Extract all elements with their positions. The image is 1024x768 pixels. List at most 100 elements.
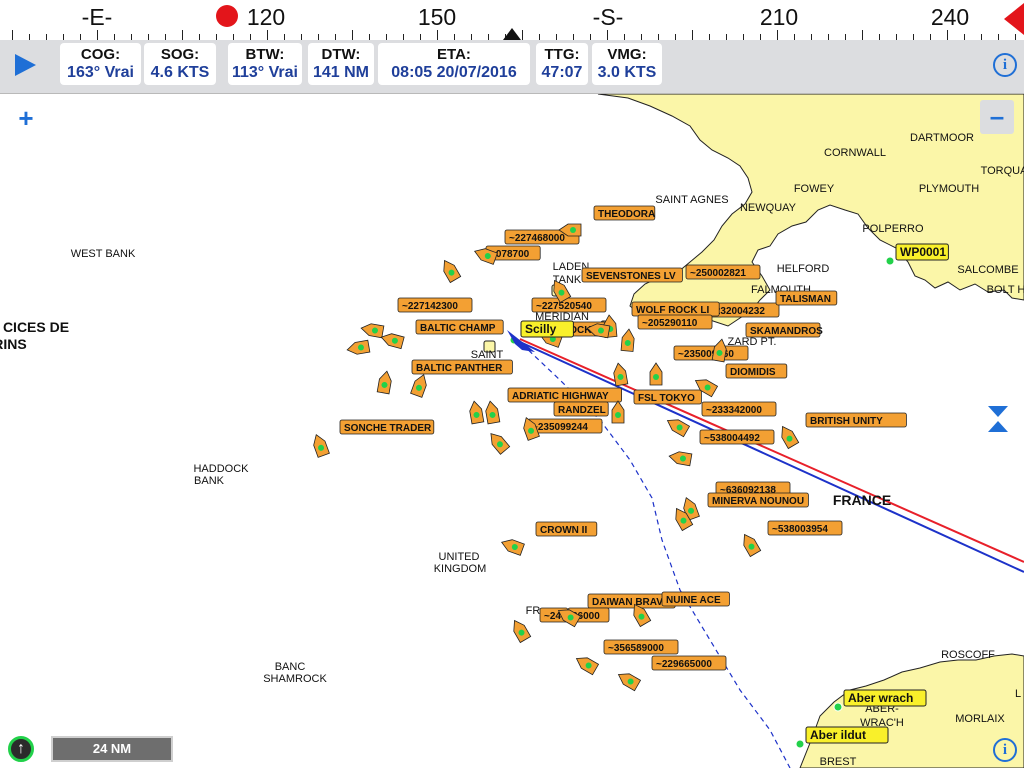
instrument-cog[interactable]: COG: 163° Vrai [60, 43, 141, 85]
ais-vessel-label[interactable]: BALTIC PANTHER [411, 359, 513, 375]
svg-text:RANDZEL: RANDZEL [558, 405, 606, 416]
vessel-icon[interactable] [484, 400, 501, 425]
info-icon[interactable]: i [993, 53, 1017, 77]
vessel-icon[interactable] [777, 423, 800, 450]
place-name: KINGDOM [434, 563, 487, 575]
place-name: L [1015, 688, 1021, 700]
vessel-icon[interactable] [410, 373, 430, 398]
ais-vessel-label[interactable]: SONCHE TRADER [339, 419, 435, 435]
ais-vessel-label[interactable]: BRITISH UNITY [805, 412, 907, 428]
vessel-icon[interactable] [649, 362, 663, 386]
svg-text:WP0001: WP0001 [900, 245, 946, 259]
instrument-value: 163° Vrai [67, 64, 134, 81]
land-brittany [799, 653, 1024, 768]
vessel-icon[interactable] [346, 339, 371, 356]
vessel-icon[interactable] [612, 362, 629, 387]
vessel-icon[interactable] [739, 531, 762, 558]
ais-vessel-label[interactable]: ~235099244 [527, 418, 603, 434]
vessel-icon[interactable] [311, 433, 330, 458]
instrument-vmg[interactable]: VMG: 3.0 KTS [592, 43, 662, 85]
vessel-icon[interactable] [376, 370, 393, 395]
ais-vessel-label[interactable]: ~233342000 [701, 401, 777, 417]
instrument-ttg[interactable]: TTG: 47:07 [536, 43, 588, 85]
svg-text:CROWN II: CROWN II [540, 525, 587, 536]
vessel-icon[interactable] [615, 669, 642, 692]
instrument-value: 47:07 [541, 64, 583, 81]
instrument-dtw[interactable]: DTW: 141 NM [308, 43, 374, 85]
ais-vessel-label[interactable]: ~205290110 [637, 314, 713, 330]
instrument-label: VMG: [607, 46, 647, 63]
zoom-out-button[interactable]: – [980, 100, 1014, 134]
ais-vessel-label[interactable]: ~227142300 [397, 297, 473, 313]
ais-targets[interactable]: THEODORA~227468000~078700SEVENSTONES LV ~… [311, 205, 907, 692]
ais-vessel-label[interactable]: ~538004492 [699, 429, 775, 445]
svg-text:TALISMAN: TALISMAN [780, 294, 831, 305]
play-icon[interactable] [15, 54, 36, 76]
ais-vessel-label[interactable]: WOLF ROCK LI [631, 301, 720, 317]
zoom-in-button[interactable]: + [14, 105, 38, 131]
ais-vessel-label[interactable]: THEODORA [593, 205, 655, 221]
place-name: FOWEY [794, 183, 835, 195]
red-marker-icon [216, 5, 238, 27]
ais-vessel-label[interactable]: FSL TOKYO [633, 389, 702, 405]
compass-label: 210 [759, 4, 799, 30]
ais-vessel-label[interactable]: ~250002821 [685, 264, 761, 280]
compass-tick [862, 30, 863, 40]
ais-vessel-label[interactable]: ADRIATIC HIGHWAY [507, 387, 622, 403]
ais-vessel-label[interactable]: MINERVA NOUNOU [707, 492, 809, 508]
place-name: WEST BANK [71, 248, 136, 260]
svg-text:~356589000: ~356589000 [608, 643, 664, 654]
ais-vessel-label[interactable]: TALISMAN [775, 290, 838, 306]
svg-text:FSL TOKYO: FSL TOKYO [638, 393, 695, 404]
vessel-icon[interactable] [668, 450, 693, 467]
instrument-btw[interactable]: BTW: 113° Vrai [228, 43, 302, 85]
vessel-icon[interactable] [468, 400, 485, 425]
vessel-icon[interactable] [439, 257, 462, 284]
svg-text:THEODORA: THEODORA [598, 209, 655, 220]
vessel-icon[interactable] [500, 537, 525, 556]
instrument-bar: COG: 163° Vrai SOG: 4.6 KTS BTW: 113° Vrai DTW… [0, 40, 1024, 94]
north-up-button[interactable]: ↑ [8, 736, 34, 762]
compass-label: 240 [930, 4, 970, 30]
scale-bar: 24 NM [51, 736, 173, 762]
split-view-icon[interactable] [988, 406, 1008, 432]
svg-text:~229665000: ~229665000 [656, 659, 712, 670]
ais-vessel-label[interactable]: NUINE ACE [661, 591, 730, 607]
ais-vessel-label[interactable]: CROWN II [535, 521, 598, 537]
svg-text:~24: ~24 [544, 611, 561, 622]
instrument-label: DTW: [321, 46, 361, 63]
vessel-icon[interactable] [360, 322, 385, 339]
place-name: DARTMOOR [910, 132, 974, 144]
ais-vessel-label[interactable]: ~229665000 [651, 655, 727, 671]
vessel-icon[interactable] [573, 653, 600, 676]
info-icon-bottom[interactable]: i [993, 738, 1017, 762]
ais-vessel-label[interactable]: RANDZEL [553, 401, 609, 417]
place-name: FR [526, 605, 541, 617]
vessel-icon[interactable] [380, 331, 405, 350]
vessel-icon[interactable] [620, 328, 635, 352]
ais-vessel-label[interactable]: ~538003954 [767, 520, 843, 536]
compass-tick [522, 30, 523, 40]
place-name: HADDOCK [193, 463, 249, 475]
svg-text:DAIWAN BRAVE: DAIWAN BRAVE [592, 597, 670, 608]
ais-vessel-label[interactable]: SKAMANDROS [745, 322, 823, 338]
compass-tick [437, 30, 438, 40]
place-name: RINS [0, 336, 27, 352]
vessel-icon[interactable] [486, 430, 511, 455]
svg-text:~235099244: ~235099244 [532, 422, 588, 433]
ais-vessel-label[interactable]: ~235009060 [673, 345, 749, 361]
ais-vessel-label[interactable]: BALTIC CHAMP [415, 319, 504, 335]
ais-vessel-label[interactable]: DIOMIDIS [725, 363, 788, 379]
vessel-icon[interactable] [509, 617, 532, 644]
svg-text:~250002821: ~250002821 [690, 268, 746, 279]
vessel-icon[interactable] [611, 400, 625, 424]
ais-vessel-label[interactable]: SEVENSTONES LV [581, 267, 683, 283]
instrument-eta[interactable]: ETA: 08:05 20/07/2016 [378, 43, 530, 85]
ais-vessel-label[interactable]: ~227520540 [531, 297, 607, 313]
ais-vessel-label[interactable]: ~356589000 [603, 639, 679, 655]
place-name: HELFORD [777, 263, 830, 275]
svg-text:BALTIC PANTHER: BALTIC PANTHER [416, 363, 503, 374]
svg-text:Scilly: Scilly [525, 322, 557, 336]
nautical-chart[interactable]: CORNWALL DARTMOOR FOWEY SAINT AGNES NEWQUAY P… [0, 94, 1024, 768]
instrument-sog[interactable]: SOG: 4.6 KTS [144, 43, 216, 85]
